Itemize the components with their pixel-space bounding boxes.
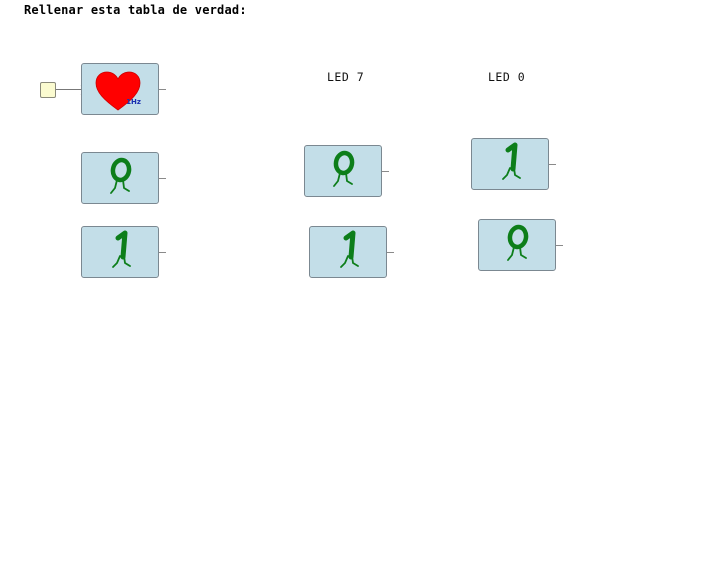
clock-block[interactable]: 1Hz [81, 63, 166, 115]
output-wire [159, 252, 166, 253]
digit-icon [333, 150, 355, 187]
led7-block-row1[interactable] [304, 145, 389, 197]
input-wire [56, 89, 81, 90]
output-wire [159, 89, 166, 90]
output-wire [387, 252, 394, 253]
digit-icon [110, 157, 132, 194]
input-block-row2[interactable] [81, 226, 166, 278]
led0-block-row1[interactable] [471, 138, 556, 190]
led7-block-row2[interactable] [309, 226, 394, 278]
digit-icon [112, 230, 131, 268]
input-block-row1[interactable] [81, 152, 166, 204]
output-wire [556, 245, 563, 246]
output-wire [159, 178, 166, 179]
led0-block-row2[interactable] [478, 219, 563, 271]
digit-icon [502, 142, 521, 180]
frequency-label: 1Hz [126, 98, 141, 106]
column-header-led0: LED 0 [488, 70, 526, 84]
output-wire [382, 171, 389, 172]
column-header-led7: LED 7 [327, 70, 365, 84]
heart-icon [95, 71, 141, 111]
digit-icon [340, 230, 359, 268]
page-title: Rellenar esta tabla de verdad: [24, 3, 247, 17]
output-wire [549, 164, 556, 165]
clock-input-port[interactable] [40, 82, 56, 98]
digit-icon [507, 224, 529, 261]
